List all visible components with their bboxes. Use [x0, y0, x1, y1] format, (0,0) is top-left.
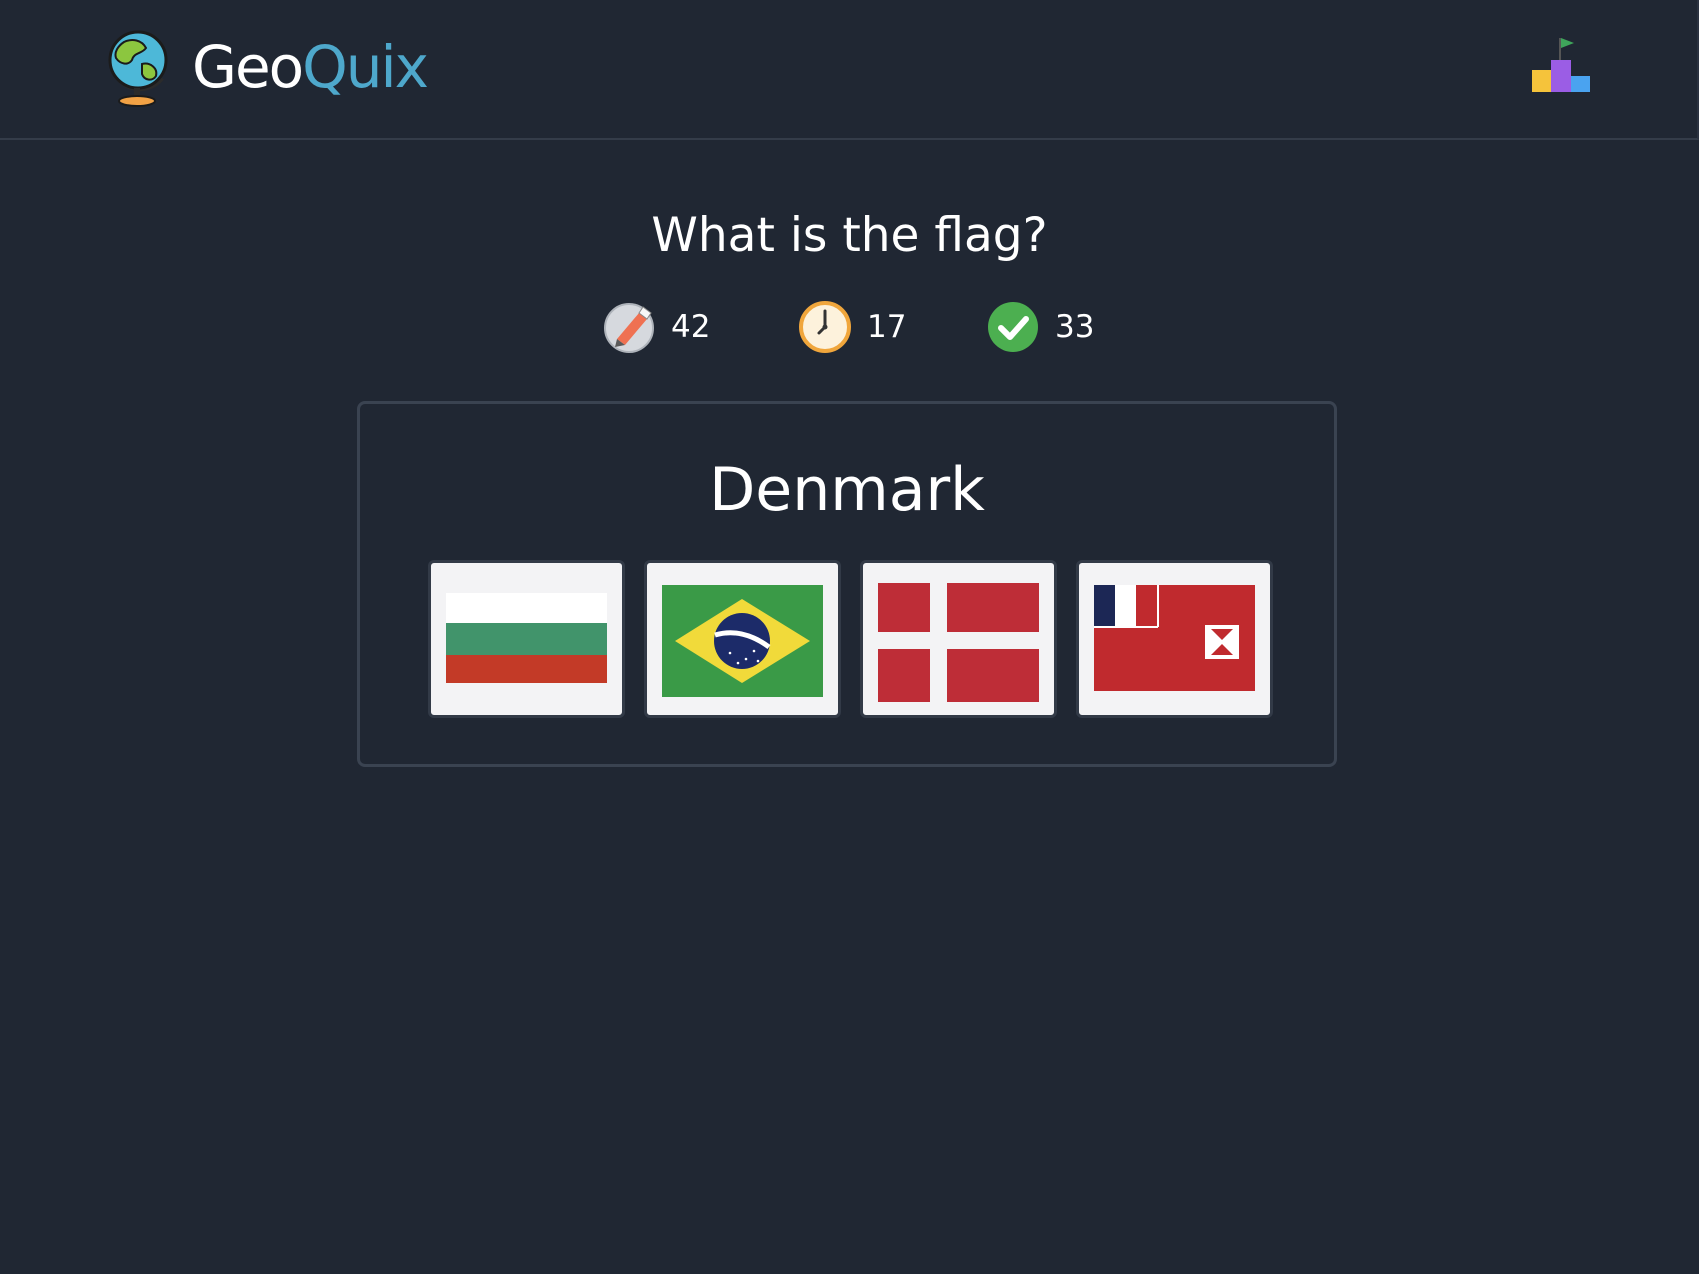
timer-stat: 17 [799, 300, 906, 354]
question-text: What is the flag? [651, 208, 1048, 263]
flag-option-bulgaria[interactable] [428, 560, 625, 718]
brazil-flag [662, 585, 823, 697]
brand-name-part1: Geo [192, 33, 304, 101]
flag-option-wallis-and-futuna[interactable] [1076, 560, 1273, 718]
check-circle-icon [987, 301, 1039, 353]
compass-pencil-icon [603, 301, 655, 353]
questions-count: 42 [671, 309, 711, 345]
timer-value: 17 [867, 309, 907, 345]
quiz-panel: Denmark [357, 401, 1337, 767]
clock-icon [799, 301, 851, 353]
correct-stat: 33 [987, 300, 1094, 354]
brand-name-part2: Quix [302, 33, 429, 101]
brand-logo[interactable]: GeoQuix [192, 30, 429, 104]
correct-count: 33 [1055, 309, 1095, 345]
flag-option-denmark[interactable] [860, 560, 1057, 718]
app-header: GeoQuix [0, 0, 1699, 140]
podium-leaderboard-icon[interactable] [1530, 34, 1592, 96]
country-name: Denmark [709, 455, 985, 525]
globe-icon [102, 24, 172, 108]
flag-option-brazil[interactable] [644, 560, 841, 718]
questions-stat: 42 [603, 300, 710, 354]
denmark-flag [878, 583, 1039, 702]
wallis-and-futuna-flag [1094, 585, 1255, 691]
bulgaria-flag [446, 593, 607, 683]
